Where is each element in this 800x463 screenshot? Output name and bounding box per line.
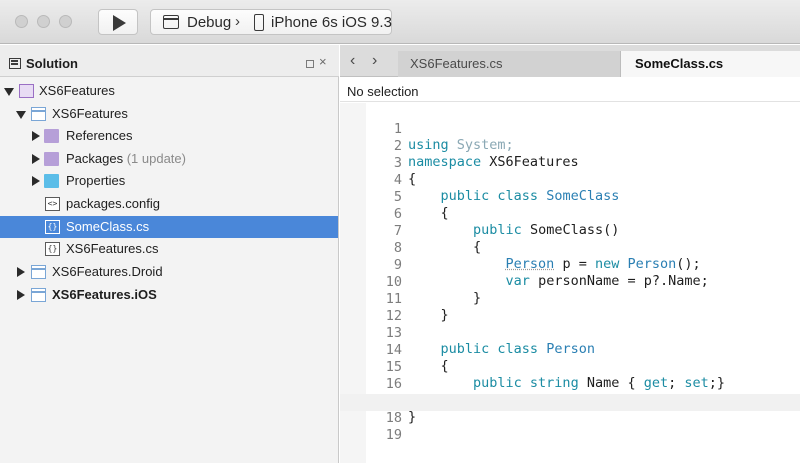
phone-icon [254, 14, 264, 31]
tab-label: SomeClass.cs [635, 56, 723, 71]
maximize-pad-icon[interactable] [306, 60, 314, 68]
main-toolbar: Debug › iPhone 6s iOS 9.3 [0, 0, 800, 44]
references-folder-icon [44, 129, 59, 143]
path-bar[interactable]: No selection [340, 78, 800, 102]
code-line: 17 } [340, 377, 800, 394]
tree-item-solution[interactable]: XS6Features [0, 80, 338, 102]
editor-tab-bar: ‹ › XS6Features.cs SomeClass.cs [340, 45, 800, 77]
code-line-current: 18 [340, 394, 800, 411]
tree-item-project-xs6features[interactable]: XS6Features [0, 103, 338, 125]
tree-item-label: XS6Features [52, 106, 128, 121]
tree-item-packages[interactable]: Packages (1 update) [0, 148, 338, 170]
run-configuration-selector[interactable]: Debug › iPhone 6s iOS 9.3 [150, 9, 392, 35]
tree-item-label: Properties [66, 173, 125, 188]
code-line: 12 [340, 292, 800, 309]
solution-pad-icon [9, 58, 21, 69]
code-editor[interactable]: 1 using System; 2 namespace XS6Features … [340, 103, 800, 463]
minimize-window-button[interactable] [37, 15, 50, 28]
code-line: 6 public SomeClass() [340, 190, 800, 207]
code-line: 14 { [340, 326, 800, 343]
window-icon [163, 15, 179, 29]
cs-file-icon: {} [45, 242, 60, 256]
disclosure-closed-icon[interactable] [32, 131, 40, 141]
chevron-right-icon[interactable]: › [372, 52, 377, 70]
tree-item-label: SomeClass.cs [66, 219, 149, 234]
disclosure-open-icon[interactable] [16, 111, 26, 119]
tree-item-someclass-cs[interactable]: {} SomeClass.cs [0, 216, 338, 238]
update-count-note: (1 update) [127, 151, 186, 166]
code-line: 16 } [340, 360, 800, 377]
code-line: 5 { [340, 173, 800, 190]
tree-item-project-ios[interactable]: XS6Features.iOS [0, 284, 338, 306]
code-line: 19 [340, 411, 800, 428]
tree-item-packages-config[interactable]: <> packages.config [0, 193, 338, 215]
code-line: 2 namespace XS6Features [340, 122, 800, 139]
tree-item-label: packages.config [66, 196, 160, 211]
close-window-button[interactable] [15, 15, 28, 28]
tree-item-xs6features-cs[interactable]: {} XS6Features.cs [0, 238, 338, 260]
chevron-left-icon[interactable]: ‹ [350, 52, 355, 70]
solution-icon [19, 84, 34, 98]
tree-item-label: XS6Features [39, 83, 115, 98]
code-line: 4 public class SomeClass [340, 156, 800, 173]
project-icon [31, 288, 46, 302]
code-line: 3 { [340, 139, 800, 156]
tree-item-references[interactable]: References [0, 125, 338, 147]
code-line: 1 using System; [340, 105, 800, 122]
project-icon [31, 265, 46, 279]
tree-item-label: XS6Features.iOS [52, 287, 157, 302]
disclosure-closed-icon[interactable] [17, 290, 25, 300]
tree-item-label: References [66, 128, 132, 143]
zoom-window-button[interactable] [59, 15, 72, 28]
tree-item-properties[interactable]: Properties [0, 170, 338, 192]
packages-folder-icon [44, 152, 59, 166]
disclosure-closed-icon[interactable] [32, 176, 40, 186]
chevron-right-icon: › [235, 13, 240, 30]
config-file-icon: <> [45, 197, 60, 211]
code-line: 10 } [340, 258, 800, 275]
tab-xs6features-cs[interactable]: XS6Features.cs [398, 51, 636, 77]
close-pad-icon[interactable]: × [319, 54, 327, 69]
code-line: 7 { [340, 207, 800, 224]
tree-item-label: Packages (1 update) [66, 151, 186, 166]
folder-icon [44, 174, 59, 188]
solution-pad: Solution × XS6Features XS6Features Refer… [0, 45, 339, 463]
play-icon [113, 15, 126, 31]
line-number: 19 [376, 427, 402, 443]
tree-item-label: XS6Features.cs [66, 241, 159, 256]
code-line: 8 Person p = new Person(); [340, 224, 800, 241]
configuration-label[interactable]: Debug [187, 14, 231, 31]
tab-someclass-cs[interactable]: SomeClass.cs [620, 51, 800, 77]
tree-item-label: XS6Features.Droid [52, 264, 163, 279]
code-line: 13 public class Person [340, 309, 800, 326]
run-button[interactable] [98, 9, 138, 35]
cs-file-icon: {} [45, 220, 60, 234]
device-label[interactable]: iPhone 6s iOS 9.3 [271, 14, 392, 31]
solution-pad-title: Solution [26, 56, 78, 71]
project-icon [31, 107, 46, 121]
path-bar-label: No selection [347, 84, 419, 99]
code-line: 15 public string Name { get; set;} [340, 343, 800, 360]
disclosure-closed-icon[interactable] [32, 154, 40, 164]
solution-pad-header: Solution × [0, 45, 339, 77]
code-line: 9 var personName = p?.Name; [340, 241, 800, 258]
tab-label: XS6Features.cs [410, 56, 503, 71]
code-line: 11 } [340, 275, 800, 292]
tree-item-project-droid[interactable]: XS6Features.Droid [0, 261, 338, 283]
disclosure-open-icon[interactable] [4, 88, 14, 96]
disclosure-closed-icon[interactable] [17, 267, 25, 277]
